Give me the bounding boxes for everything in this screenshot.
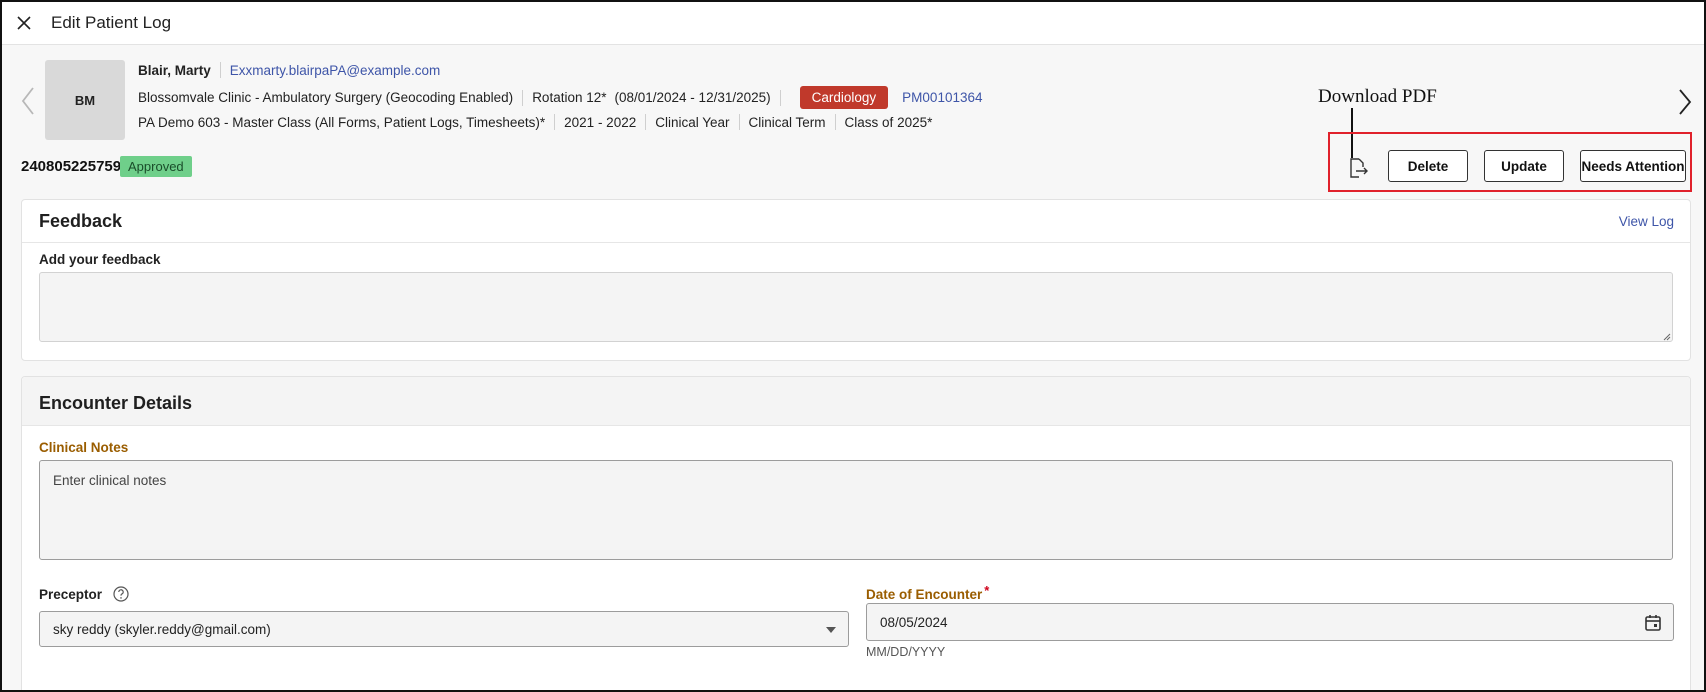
rotation-name: Rotation 12*: [532, 90, 607, 105]
specialty-badge: Cardiology: [799, 86, 889, 109]
caret-down-icon: [826, 627, 836, 633]
date-format-hint: MM/DD/YYYY: [866, 645, 946, 659]
feedback-title: Feedback: [39, 211, 123, 231]
class-year: Class of 2025*: [844, 114, 933, 130]
encounter-title: Encounter Details: [39, 393, 193, 413]
resize-grip-icon[interactable]: [1662, 332, 1671, 341]
divider: [554, 114, 556, 130]
divider: [645, 114, 647, 130]
student-identity-row: Blair, Marty Exxmarty.blairpaPA@example.…: [138, 62, 440, 78]
student-email-link[interactable]: Exxmarty.blairpaPA@example.com: [230, 63, 441, 78]
site-name: Blossomvale Clinic - Ambulatory Surgery …: [138, 90, 514, 105]
preceptor-label: Preceptor: [39, 587, 103, 602]
divider: [219, 62, 221, 78]
divider: [22, 242, 1690, 243]
chevron-right-icon[interactable]: [1677, 88, 1693, 116]
date-of-encounter-label: Date of Encounter *: [866, 583, 989, 602]
encounter-details-section: Encounter Details Clinical Notes Precept…: [21, 376, 1691, 690]
delete-button[interactable]: Delete: [1388, 150, 1468, 182]
dialog-header: Edit Patient Log: [2, 2, 1704, 45]
patient-log-dialog: Edit Patient Log BM Blair, Marty Exxmart…: [0, 0, 1706, 692]
date-of-encounter-input[interactable]: 08/05/2024: [866, 603, 1674, 641]
log-id: 240805225759: [21, 158, 122, 175]
date-of-encounter-value: 08/05/2024: [880, 615, 948, 630]
avatar: BM: [45, 60, 125, 140]
encounter-header: [22, 377, 1690, 426]
required-marker: *: [984, 583, 990, 598]
file-export-icon[interactable]: [1346, 156, 1370, 180]
preceptor-select[interactable]: sky reddy (skyler.reddy@gmail.com): [39, 611, 849, 647]
needs-attention-button[interactable]: Needs Attention: [1580, 150, 1686, 182]
divider: [779, 89, 781, 106]
close-icon[interactable]: [14, 13, 34, 33]
clinical-notes-textarea[interactable]: [39, 460, 1673, 560]
program-row: PA Demo 603 - Master Class (All Forms, P…: [138, 114, 932, 130]
calendar-icon[interactable]: [1643, 613, 1663, 633]
help-circle-icon[interactable]: [112, 585, 130, 603]
divider: [834, 114, 836, 130]
clinical-notes-label: Clinical Notes: [39, 440, 129, 455]
program-name: PA Demo 603 - Master Class (All Forms, P…: [138, 114, 546, 130]
status-badge: Approved: [120, 156, 192, 177]
rotation-date-range: (08/01/2024 - 12/31/2025): [614, 90, 771, 105]
clinical-term: Clinical Term: [748, 114, 826, 130]
download-pdf-annotation-label: Download PDF: [1318, 86, 1437, 107]
rotation-row: Blossomvale Clinic - Ambulatory Surgery …: [138, 86, 983, 109]
date-of-encounter-label-text: Date of Encounter: [866, 587, 983, 602]
dialog-title: Edit Patient Log: [51, 13, 172, 32]
feedback-section: Feedback View Log Add your feedback: [21, 199, 1691, 361]
record-id-link[interactable]: PM00101364: [902, 90, 982, 105]
feedback-field-label: Add your feedback: [39, 252, 161, 267]
clinical-year: Clinical Year: [655, 114, 730, 130]
student-name: Blair, Marty: [138, 62, 211, 78]
feedback-textarea[interactable]: [39, 272, 1673, 342]
update-button[interactable]: Update: [1484, 150, 1564, 182]
divider: [522, 89, 524, 106]
chevron-left-icon[interactable]: [20, 86, 36, 116]
divider: [738, 114, 740, 130]
academic-year: 2021 - 2022: [564, 114, 637, 130]
preceptor-selected-value: sky reddy (skyler.reddy@gmail.com): [53, 622, 271, 637]
view-log-link[interactable]: View Log: [1619, 214, 1674, 229]
